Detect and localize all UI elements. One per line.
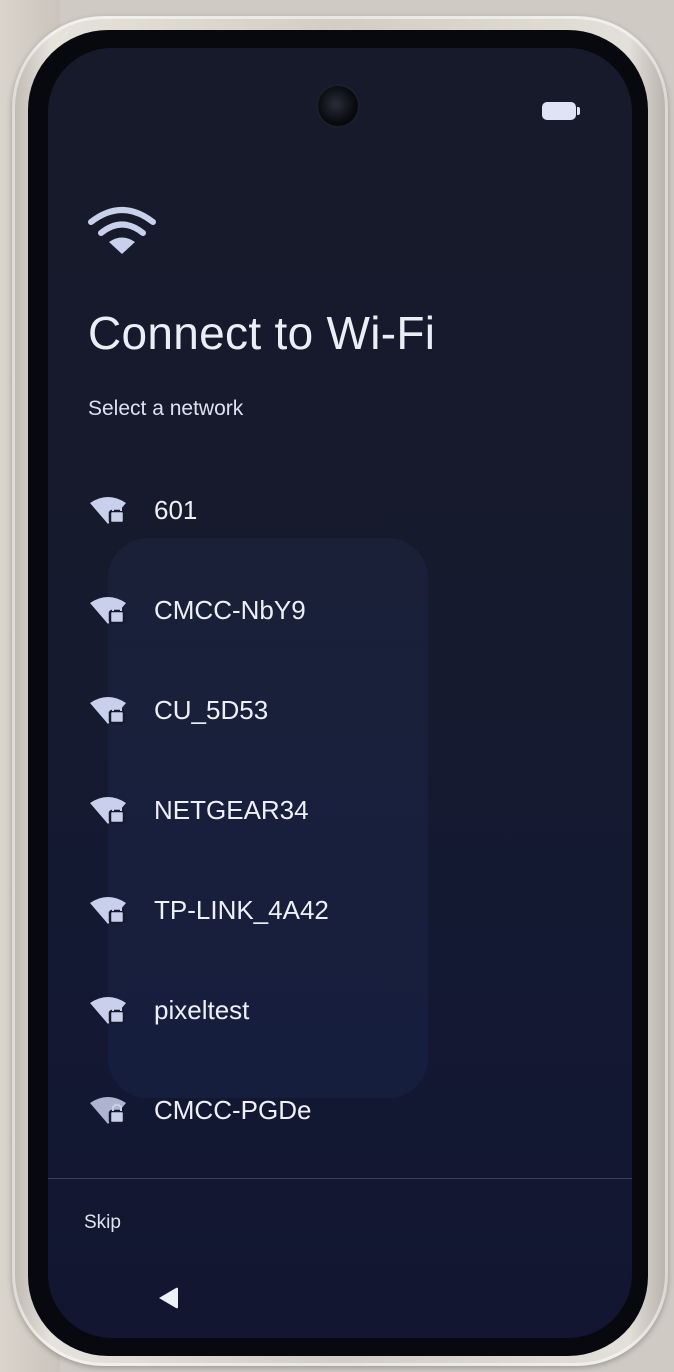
wifi-lock-icon [90,597,126,625]
wifi-lock-icon [90,797,126,825]
footer-divider [48,1178,632,1179]
wifi-icon [88,207,156,254]
wifi-lock-icon [90,897,126,925]
network-label: 601 [154,494,198,525]
network-item-601[interactable]: 601 [48,460,632,560]
back-triangle-icon [159,1287,178,1309]
network-label: CMCC-PGDe [154,1094,312,1125]
network-label: pixeltest [154,994,250,1025]
back-button[interactable] [152,1282,184,1314]
network-list: 601 CMCC-NbY9 CU_5D53 NETGEAR34 TP-LINK_… [48,460,632,1160]
phone-screen: Connect to Wi-Fi Select a network 601 CM… [48,48,632,1338]
wifi-lock-icon [90,997,126,1025]
wifi-lock-icon [90,697,126,725]
front-camera [318,86,358,126]
network-item-netgear34[interactable]: NETGEAR34 [48,760,632,860]
network-item-cmcc-pgde[interactable]: CMCC-PGDe [48,1060,632,1160]
page-subtitle: Select a network [88,397,244,420]
skip-button[interactable]: Skip [76,1208,129,1238]
page-title: Connect to Wi-Fi [88,307,436,359]
wifi-lock-icon [90,1097,126,1125]
network-label: CMCC-NbY9 [154,594,306,625]
network-item-pixeltest[interactable]: pixeltest [48,960,632,1060]
network-item-tp-link-4a42[interactable]: TP-LINK_4A42 [48,860,632,960]
network-item-cu-5d53[interactable]: CU_5D53 [48,660,632,760]
wifi-lock-icon [90,497,126,525]
network-item-cmcc-nby9[interactable]: CMCC-NbY9 [48,560,632,660]
battery-icon [542,102,580,120]
network-label: NETGEAR34 [154,794,309,825]
network-label: CU_5D53 [154,694,269,725]
network-label: TP-LINK_4A42 [154,894,329,925]
